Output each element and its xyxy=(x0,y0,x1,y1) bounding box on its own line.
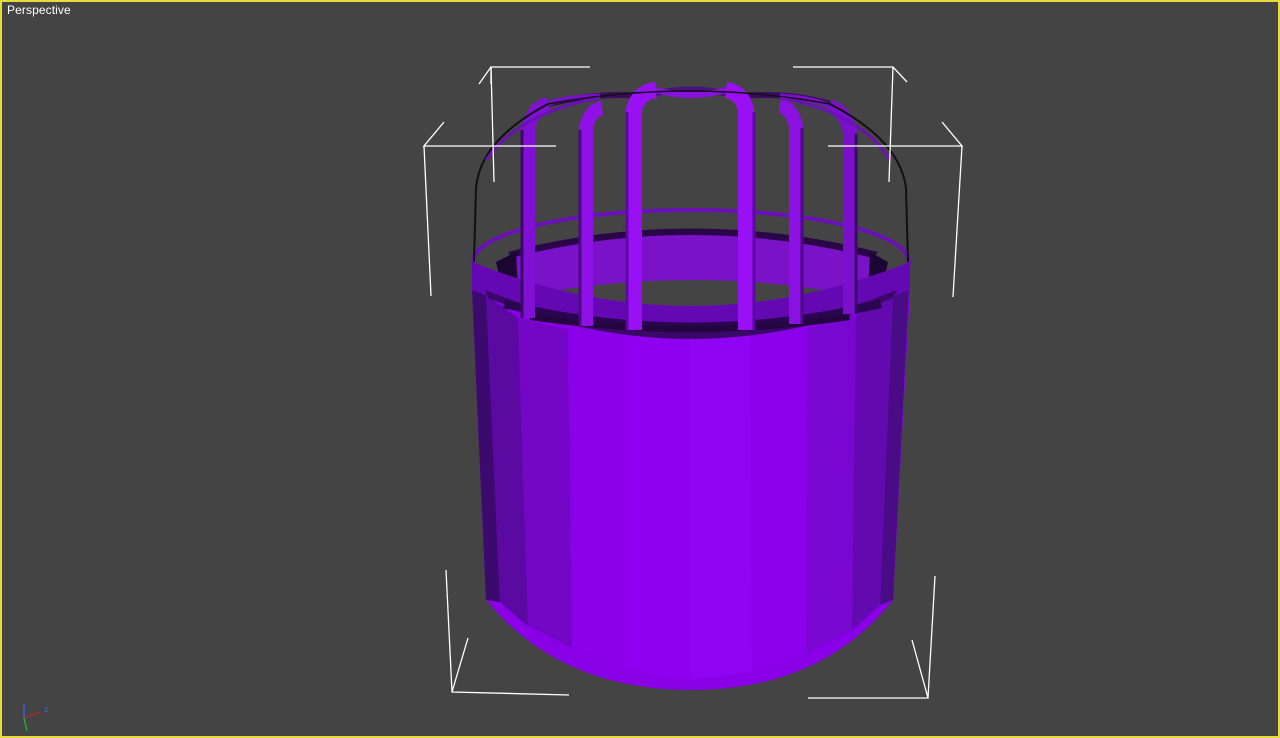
cylinder-body xyxy=(472,262,910,690)
axis-z-label: z xyxy=(44,705,48,714)
scene-canvas[interactable]: z xyxy=(2,2,1278,736)
perspective-viewport[interactable]: Perspective z xyxy=(0,0,1280,738)
axis-gizmo: z xyxy=(23,704,48,732)
